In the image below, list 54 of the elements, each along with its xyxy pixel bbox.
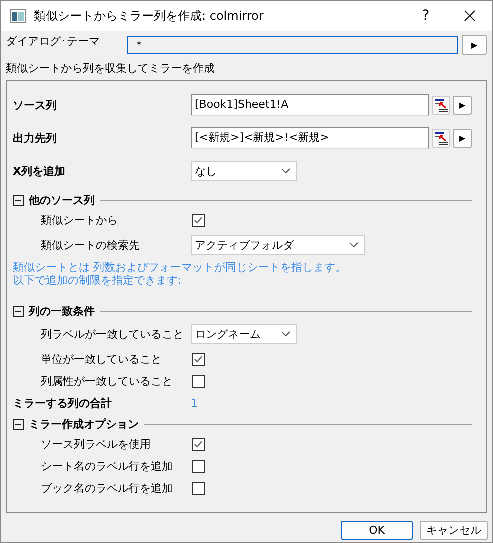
field-label: 類似シートの検索先 <box>40 238 141 252</box>
arrow-button[interactable]: ▶ <box>453 128 472 148</box>
range-select-icon <box>434 132 448 144</box>
input-field[interactable]: [<新規>]<新規>!<新規> <box>191 127 430 149</box>
range-select-icon <box>434 98 448 112</box>
checkbox-label: シート名のラベル行を追加 <box>40 458 174 474</box>
field-label: ソース列 <box>13 98 58 112</box>
dropdown[interactable]: ロングネーム <box>191 324 297 344</box>
field-label: X列を追加 <box>13 164 66 178</box>
theme-field[interactable]: * <box>127 36 458 54</box>
count-label: ミラーする列の合計 <box>13 396 113 410</box>
arrow-button[interactable]: ▶ <box>453 96 472 114</box>
section-title: 他のソース列 <box>29 192 95 208</box>
select-button[interactable] <box>432 128 450 148</box>
collapse-icon[interactable] <box>13 306 24 316</box>
close-icon <box>464 10 476 22</box>
collapse-icon[interactable] <box>13 418 24 430</box>
chevron-down-icon <box>281 168 291 174</box>
checkbox-label: 単位が一致していること <box>40 352 163 366</box>
field-label: 列ラベルが一致していること <box>40 326 185 342</box>
help-button[interactable]: ? <box>404 1 448 31</box>
checkbox-label: ソース列ラベルを使用 <box>40 436 152 452</box>
checkbox-label: 類似シートから <box>40 212 119 228</box>
field-label: 出力先列 <box>13 130 58 146</box>
checkbox-label: ブック名のラベル行を追加 <box>40 480 174 496</box>
dropdown-value: ロングネーム <box>195 326 261 342</box>
dropdown[interactable]: アクティブフォルダ <box>191 235 365 255</box>
ok-button[interactable]: OK <box>341 521 413 540</box>
chevron-down-icon <box>349 242 359 248</box>
description-text: 類似シートから列を収集してミラーを作成 <box>5 61 216 77</box>
arrow-button[interactable]: ▶ <box>462 35 488 55</box>
window-title: 類似シートからミラー列を作成: colmirror <box>34 8 265 24</box>
chevron-down-icon <box>281 331 291 337</box>
count-value: 1 <box>191 396 198 410</box>
info-text: 以下で追加の制限を指定できます: <box>13 274 182 287</box>
checkbox[interactable] <box>192 438 205 450</box>
checkbox[interactable] <box>192 482 205 494</box>
section-title: ミラー作成オプション <box>29 416 139 432</box>
checkbox[interactable] <box>192 374 205 388</box>
checkbox-label: 列属性が一致していること <box>40 374 174 388</box>
info-text: 類似シートとは 列数およびフォーマットが同じシートを指します。 <box>13 261 346 274</box>
app-icon <box>10 9 26 23</box>
checkbox[interactable] <box>192 460 205 472</box>
dropdown[interactable]: なし <box>191 161 297 181</box>
dropdown-value: なし <box>195 164 217 178</box>
dropdown-value: アクティブフォルダ <box>195 238 294 252</box>
cancel-button[interactable]: キャンセル <box>420 521 488 540</box>
collapse-icon[interactable] <box>13 194 24 206</box>
theme-label: ダイアログ･テーマ <box>6 34 101 49</box>
input-field[interactable]: [Book1]Sheet1!A <box>191 94 430 116</box>
select-button[interactable] <box>432 96 450 114</box>
checkbox[interactable] <box>192 352 205 366</box>
checkbox[interactable] <box>192 214 205 226</box>
section-title: 列の一致条件 <box>29 304 95 318</box>
